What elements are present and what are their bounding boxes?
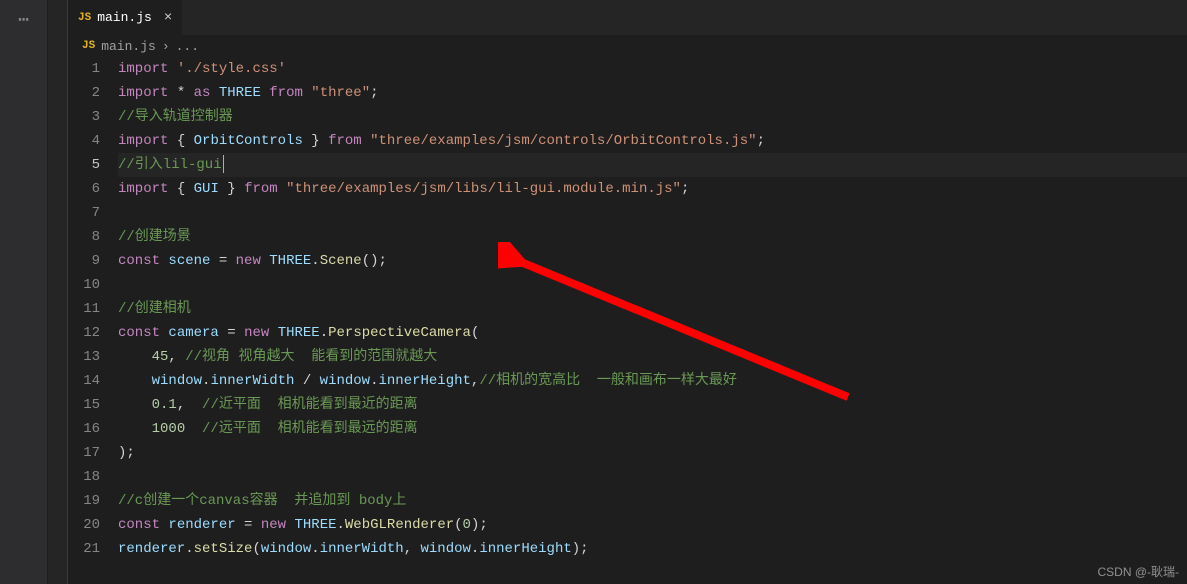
line-number: 20 <box>68 513 100 537</box>
tab-bar: JS main.js × <box>68 0 1187 35</box>
line-number: 12 <box>68 321 100 345</box>
line-number: 11 <box>68 297 100 321</box>
line-number: 17 <box>68 441 100 465</box>
line-number: 18 <box>68 465 100 489</box>
side-panel-edge <box>48 0 68 584</box>
line-number: 9 <box>68 249 100 273</box>
code-line[interactable]: renderer.setSize(window.innerWidth, wind… <box>118 537 1187 561</box>
code-line[interactable]: import * as THREE from "three"; <box>118 81 1187 105</box>
line-number: 2 <box>68 81 100 105</box>
code-line[interactable]: const camera = new THREE.PerspectiveCame… <box>118 321 1187 345</box>
line-number: 16 <box>68 417 100 441</box>
chevron-right-icon: › <box>162 39 170 54</box>
code-line[interactable]: //引入lil-gui <box>118 153 1187 177</box>
code-line[interactable]: 45, //视角 视角越大 能看到的范围就越大 <box>118 345 1187 369</box>
line-number: 10 <box>68 273 100 297</box>
code-line[interactable]: import { GUI } from "three/examples/jsm/… <box>118 177 1187 201</box>
breadcrumb[interactable]: JS main.js › ... <box>68 35 1187 57</box>
tab-main-js[interactable]: JS main.js × <box>68 0 183 35</box>
breadcrumb-file: main.js <box>101 39 156 54</box>
line-number-gutter: 123456789101112131415161718192021 <box>68 57 118 584</box>
editor-area: JS main.js × JS main.js › ... 1234567891… <box>68 0 1187 584</box>
code-line[interactable]: ); <box>118 441 1187 465</box>
code-line[interactable]: //创建相机 <box>118 297 1187 321</box>
code-line[interactable]: import { OrbitControls } from "three/exa… <box>118 129 1187 153</box>
line-number: 7 <box>68 201 100 225</box>
line-number: 8 <box>68 225 100 249</box>
code-line[interactable]: import './style.css' <box>118 57 1187 81</box>
line-number: 21 <box>68 537 100 561</box>
more-icon[interactable]: ⋯ <box>12 8 36 32</box>
tab-filename: main.js <box>97 10 152 25</box>
line-number: 14 <box>68 369 100 393</box>
js-file-icon: JS <box>82 40 95 52</box>
code-line[interactable]: const scene = new THREE.Scene(); <box>118 249 1187 273</box>
line-number: 3 <box>68 105 100 129</box>
code-line[interactable]: const renderer = new THREE.WebGLRenderer… <box>118 513 1187 537</box>
line-number: 15 <box>68 393 100 417</box>
code-content[interactable]: import './style.css'import * as THREE fr… <box>118 57 1187 584</box>
line-number: 5 <box>68 153 100 177</box>
code-line[interactable]: 1000 //远平面 相机能看到最远的距离 <box>118 417 1187 441</box>
line-number: 4 <box>68 129 100 153</box>
code-line[interactable]: //c创建一个canvas容器 并追加到 body上 <box>118 489 1187 513</box>
js-file-icon: JS <box>78 12 91 24</box>
code-line[interactable] <box>118 201 1187 225</box>
code-line[interactable] <box>118 273 1187 297</box>
code-line[interactable]: //创建场景 <box>118 225 1187 249</box>
line-number: 19 <box>68 489 100 513</box>
code-editor[interactable]: 123456789101112131415161718192021 import… <box>68 57 1187 584</box>
breadcrumb-more: ... <box>176 39 199 54</box>
line-number: 1 <box>68 57 100 81</box>
line-number: 6 <box>68 177 100 201</box>
close-icon[interactable]: × <box>164 10 172 26</box>
code-line[interactable] <box>118 465 1187 489</box>
code-line[interactable]: window.innerWidth / window.innerHeight,/… <box>118 369 1187 393</box>
watermark: CSDN @-耿瑞- <box>1097 563 1179 580</box>
code-line[interactable]: 0.1, //近平面 相机能看到最近的距离 <box>118 393 1187 417</box>
line-number: 13 <box>68 345 100 369</box>
activity-bar: ⋯ <box>0 0 48 584</box>
text-cursor <box>223 155 224 173</box>
code-line[interactable]: //导入轨道控制器 <box>118 105 1187 129</box>
